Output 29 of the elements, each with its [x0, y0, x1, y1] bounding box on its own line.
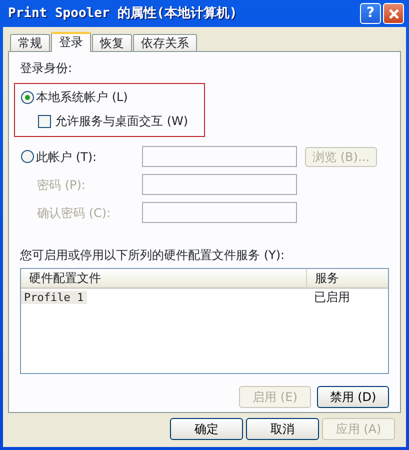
checkbox[interactable] [38, 114, 51, 128]
profile-list[interactable]: 硬件配置文件 服务 Profile 1 已启用 [20, 268, 389, 374]
password-label: 密码 (P): [37, 176, 86, 194]
help-button[interactable]: ? [360, 3, 381, 24]
tab[interactable]: 登录 [51, 32, 91, 52]
column-header[interactable]: 服务 [306, 269, 386, 287]
table-cell-text: 已启用 [313, 290, 350, 304]
hardware-profiles-label: 您可启用或停用以下所列的硬件配置文件服务 (Y): [20, 247, 286, 264]
confirm-password-label: 确认密码 (C): [37, 204, 112, 222]
tab[interactable]: 常规 [10, 34, 50, 51]
button[interactable]: 取消 [246, 418, 319, 440]
radio-button[interactable] [21, 150, 34, 163]
account-field[interactable] [142, 146, 297, 167]
column-header[interactable]: 硬件配置文件 [21, 269, 306, 287]
button[interactable]: 禁用 (D) [317, 386, 389, 408]
button[interactable]: 确定 [170, 418, 243, 440]
checkbox-label[interactable]: 允许服务与桌面交互 (W) [55, 112, 188, 130]
radio-label[interactable]: 本地系统帐户 (L) [36, 88, 128, 106]
tab[interactable]: 恢复 [92, 34, 132, 51]
window-title: Print Spooler 的属性(本地计算机) [8, 4, 238, 23]
password-field[interactable] [142, 174, 297, 195]
radio-button[interactable] [21, 90, 34, 104]
radio-label[interactable]: 此帐户 (T): [36, 148, 97, 166]
table-cell: Profile 1 [21, 291, 87, 304]
close-button[interactable] [383, 3, 404, 24]
confirm-password-field[interactable] [142, 202, 297, 223]
tab[interactable]: 依存关系 [133, 34, 197, 51]
close-icon [388, 8, 400, 20]
logon-as-label: 登录身份: [20, 60, 74, 77]
